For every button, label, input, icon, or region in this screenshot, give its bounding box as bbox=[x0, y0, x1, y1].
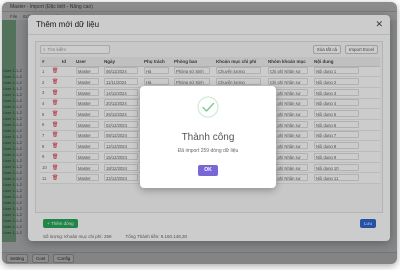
popup-message: Đã import 259 dòng dữ liệu bbox=[177, 148, 239, 154]
success-popup: Thành công Đã import 259 dòng dữ liệu OK bbox=[140, 86, 276, 188]
popup-title: Thành công bbox=[181, 132, 235, 143]
ok-button[interactable]: OK bbox=[198, 165, 218, 176]
app-window: Master - Import (Đặc biệt - Nâng cao) Fi… bbox=[2, 2, 397, 264]
success-check-icon bbox=[197, 96, 219, 118]
